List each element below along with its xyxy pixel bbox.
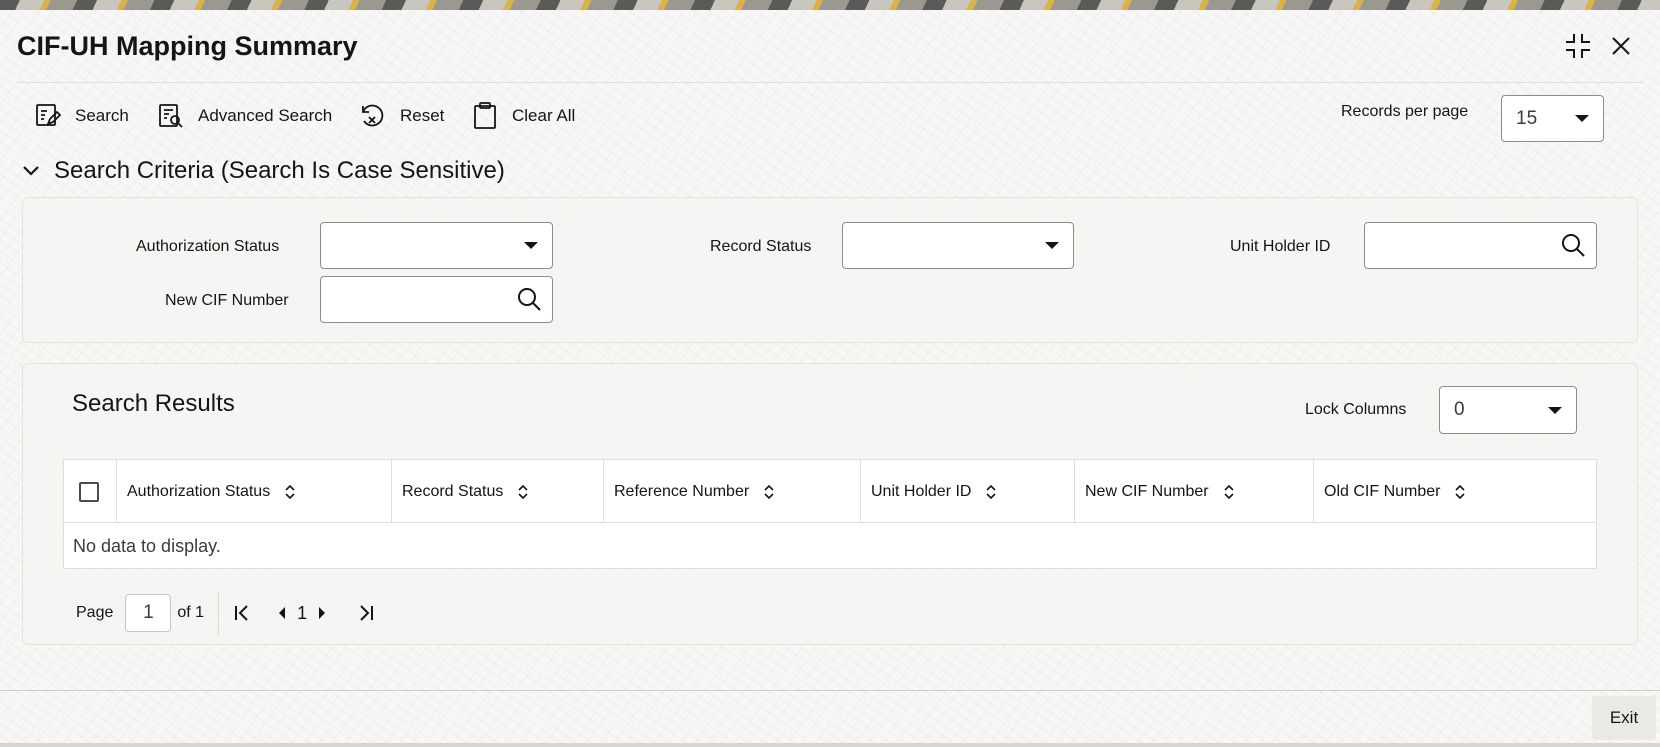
reset-button[interactable]: Reset	[358, 100, 444, 132]
page-title: CIF-UH Mapping Summary	[17, 31, 358, 61]
advanced-search-icon	[159, 104, 183, 128]
current-page-number: 1	[297, 602, 308, 623]
unit-holder-id-input[interactable]	[1364, 222, 1597, 269]
search-form-icon	[36, 104, 61, 126]
search-icon[interactable]	[1560, 232, 1586, 258]
page-number-value: 1	[143, 602, 154, 623]
close-icon	[1612, 37, 1630, 55]
title-divider	[17, 82, 1643, 83]
column-header-label: Authorization Status	[127, 482, 271, 500]
sort-icon[interactable]	[517, 484, 529, 500]
sort-icon[interactable]	[1454, 484, 1466, 500]
sort-icon[interactable]	[1223, 484, 1235, 500]
pagination: Page 1 of 1 1	[76, 591, 375, 635]
new-cif-number-input[interactable]	[320, 276, 553, 323]
sort-icon[interactable]	[284, 484, 296, 500]
column-header-label: Reference Number	[614, 482, 750, 500]
chevron-down-icon	[23, 166, 39, 176]
footer-divider	[0, 690, 1660, 691]
records-per-page-value: 15	[1516, 107, 1538, 129]
select-all-column	[64, 460, 117, 523]
previous-page-button[interactable]	[277, 606, 287, 620]
search-criteria-toggle[interactable]: Search Criteria (Search Is Case Sensitiv…	[22, 157, 505, 185]
reset-icon	[362, 104, 384, 127]
chevron-down-icon	[1575, 115, 1589, 122]
column-record-status[interactable]: Record Status	[392, 460, 604, 523]
chevron-down-icon	[1045, 242, 1059, 249]
records-per-page-label: Records per page	[1341, 103, 1469, 120]
record-status-label: Record Status	[710, 238, 812, 255]
sort-icon[interactable]	[763, 484, 775, 500]
unit-holder-id-label: Unit Holder ID	[1230, 238, 1331, 255]
header-banner	[0, 0, 1660, 10]
advanced-search-button[interactable]: Advanced Search	[158, 100, 332, 132]
chevron-down-icon	[1548, 406, 1562, 414]
last-page-button[interactable]	[357, 604, 375, 622]
search-icon[interactable]	[516, 286, 542, 312]
lock-columns-label: Lock Columns	[1305, 401, 1407, 418]
new-cif-number-label: New CIF Number	[165, 292, 289, 309]
results-table: Authorization Status Record Status Refer…	[63, 459, 1597, 569]
exit-button-label: Exit	[1609, 708, 1639, 727]
collapse-icon	[1566, 34, 1590, 58]
last-page-icon	[360, 605, 374, 621]
search-button-label: Search	[75, 106, 129, 125]
column-header-label: New CIF Number	[1085, 482, 1209, 500]
column-reference-number[interactable]: Reference Number	[604, 460, 861, 523]
record-status-select[interactable]	[842, 222, 1074, 269]
exit-button[interactable]: Exit	[1592, 696, 1656, 740]
lock-columns-select[interactable]: 0	[1439, 386, 1577, 434]
column-authorization-status[interactable]: Authorization Status	[117, 460, 392, 523]
clipboard-icon	[474, 102, 496, 129]
authorization-status-select[interactable]	[320, 222, 553, 269]
advanced-search-label: Advanced Search	[198, 106, 333, 125]
search-criteria-heading: Search Criteria (Search Is Case Sensitiv…	[54, 157, 505, 184]
sort-icon[interactable]	[985, 484, 997, 500]
close-button[interactable]	[1605, 30, 1637, 62]
clear-all-label: Clear All	[512, 106, 576, 125]
page-label: Page	[76, 604, 114, 621]
page-of-label: of 1	[177, 604, 205, 621]
empty-table-message: No data to display.	[73, 536, 221, 556]
page-number-input[interactable]: 1	[125, 594, 172, 632]
first-page-button[interactable]	[233, 604, 251, 622]
column-new-cif-number[interactable]: New CIF Number	[1075, 460, 1314, 523]
first-page-icon	[235, 605, 248, 621]
lock-columns-value: 0	[1454, 399, 1465, 420]
search-criteria-panel: Authorization Status Record Status Unit …	[22, 197, 1638, 343]
column-header-label: Record Status	[402, 482, 504, 500]
search-button[interactable]: Search	[35, 100, 129, 132]
column-header-label: Unit Holder ID	[871, 482, 972, 500]
column-unit-holder-id[interactable]: Unit Holder ID	[861, 460, 1075, 523]
chevron-down-icon	[524, 242, 538, 249]
column-header-label: Old CIF Number	[1324, 482, 1441, 500]
authorization-status-label: Authorization Status	[136, 238, 280, 255]
next-page-button[interactable]	[317, 606, 327, 620]
select-all-checkbox[interactable]	[79, 481, 99, 502]
records-per-page-select[interactable]: 15	[1501, 95, 1604, 142]
pagination-divider	[218, 591, 220, 635]
search-results-title: Search Results	[72, 390, 235, 417]
table-header-row: Authorization Status Record Status Refer…	[64, 460, 1596, 523]
reset-button-label: Reset	[400, 106, 445, 125]
caret-right-icon	[319, 607, 326, 619]
minimize-window-button[interactable]	[1562, 30, 1594, 62]
clear-all-button[interactable]: Clear All	[472, 100, 575, 132]
footer-strip	[0, 743, 1660, 747]
column-old-cif-number[interactable]: Old CIF Number	[1314, 460, 1596, 523]
caret-left-icon	[279, 607, 286, 619]
